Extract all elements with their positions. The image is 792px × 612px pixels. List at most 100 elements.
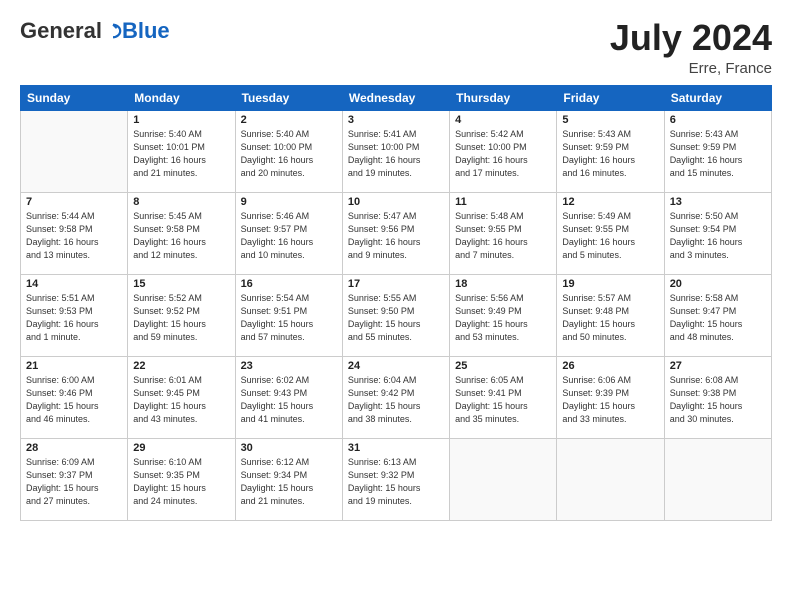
logo-icon	[104, 22, 122, 40]
day-cell	[450, 438, 557, 520]
day-cell: 26Sunrise: 6:06 AM Sunset: 9:39 PM Dayli…	[557, 356, 664, 438]
header: General Blue July 2024 Erre, France	[20, 18, 772, 77]
day-cell: 18Sunrise: 5:56 AM Sunset: 9:49 PM Dayli…	[450, 274, 557, 356]
day-info: Sunrise: 5:51 AM Sunset: 9:53 PM Dayligh…	[26, 292, 122, 344]
day-number: 1	[133, 114, 229, 126]
day-cell: 2Sunrise: 5:40 AM Sunset: 10:00 PM Dayli…	[235, 110, 342, 192]
day-info: Sunrise: 5:46 AM Sunset: 9:57 PM Dayligh…	[241, 210, 337, 262]
day-cell: 10 Sunrise: 5:47 AM Sunset: 9:56 PM Dayli…	[342, 192, 449, 274]
day-cell: 13 Sunrise: 5:50 AM Sunset: 9:54 PM Dayli…	[664, 192, 771, 274]
day-number: 15	[133, 278, 229, 290]
col-header-friday: Friday	[557, 85, 664, 110]
day-number: 9	[241, 196, 337, 208]
day-number: 7	[26, 196, 122, 208]
day-info: Sunrise: 5:48 AM Sunset: 9:55 PM Dayligh…	[455, 210, 551, 262]
day-number: 11	[455, 196, 551, 208]
day-info: Sunrise: 6:09 AM Sunset: 9:37 PM Dayligh…	[26, 456, 122, 508]
day-info: Sunrise: 5:55 AM Sunset: 9:50 PM Dayligh…	[348, 292, 444, 344]
day-info: Sunrise: 6:13 AM Sunset: 9:32 PM Dayligh…	[348, 456, 444, 508]
day-cell: 24 Sunrise: 6:04 AM Sunset: 9:42 PM Dayli…	[342, 356, 449, 438]
day-number: 22	[133, 360, 229, 372]
week-row-0: 1 Sunrise: 5:40 AM Sunset: 10:01 PM Dayli…	[21, 110, 772, 192]
day-cell: 29 Sunrise: 6:10 AM Sunset: 9:35 PM Dayli…	[128, 438, 235, 520]
day-cell: 31 Sunrise: 6:13 AM Sunset: 9:32 PM Dayli…	[342, 438, 449, 520]
day-number: 12	[562, 196, 658, 208]
day-info: Sunrise: 5:57 AM Sunset: 9:48 PM Dayligh…	[562, 292, 658, 344]
day-cell: 27 Sunrise: 6:08 AM Sunset: 9:38 PM Dayli…	[664, 356, 771, 438]
month-title: July 2024	[610, 18, 772, 58]
day-number: 27	[670, 360, 766, 372]
day-cell	[21, 110, 128, 192]
day-info: Sunrise: 5:41 AM Sunset: 10:00 PM Daylig…	[348, 128, 444, 180]
page: General Blue July 2024 Erre, France Sund…	[0, 0, 792, 612]
day-number: 19	[562, 278, 658, 290]
day-cell: 30 Sunrise: 6:12 AM Sunset: 9:34 PM Dayli…	[235, 438, 342, 520]
day-number: 8	[133, 196, 229, 208]
day-info: Sunrise: 5:40 AM Sunset: 10:00 PM Daylig…	[241, 128, 337, 180]
calendar-table: SundayMondayTuesdayWednesdayThursdayFrid…	[20, 85, 772, 521]
day-number: 24	[348, 360, 444, 372]
day-cell: 11 Sunrise: 5:48 AM Sunset: 9:55 PM Dayli…	[450, 192, 557, 274]
logo-general: General	[20, 18, 102, 44]
logo-blue: Blue	[122, 18, 170, 44]
day-cell: 23 Sunrise: 6:02 AM Sunset: 9:43 PM Dayli…	[235, 356, 342, 438]
day-info: Sunrise: 6:04 AM Sunset: 9:42 PM Dayligh…	[348, 374, 444, 426]
day-info: Sunrise: 5:54 AM Sunset: 9:51 PM Dayligh…	[241, 292, 337, 344]
week-row-1: 7Sunrise: 5:44 AM Sunset: 9:58 PM Daylig…	[21, 192, 772, 274]
day-number: 29	[133, 442, 229, 454]
week-row-3: 21Sunrise: 6:00 AM Sunset: 9:46 PM Dayli…	[21, 356, 772, 438]
day-number: 10	[348, 196, 444, 208]
day-cell: 28Sunrise: 6:09 AM Sunset: 9:37 PM Dayli…	[21, 438, 128, 520]
day-cell: 14 Sunrise: 5:51 AM Sunset: 9:53 PM Dayli…	[21, 274, 128, 356]
day-info: Sunrise: 5:50 AM Sunset: 9:54 PM Dayligh…	[670, 210, 766, 262]
day-number: 13	[670, 196, 766, 208]
day-info: Sunrise: 5:43 AM Sunset: 9:59 PM Dayligh…	[562, 128, 658, 180]
day-info: Sunrise: 5:42 AM Sunset: 10:00 PM Daylig…	[455, 128, 551, 180]
day-cell: 20Sunrise: 5:58 AM Sunset: 9:47 PM Dayli…	[664, 274, 771, 356]
day-cell	[557, 438, 664, 520]
day-info: Sunrise: 6:00 AM Sunset: 9:46 PM Dayligh…	[26, 374, 122, 426]
day-info: Sunrise: 5:43 AM Sunset: 9:59 PM Dayligh…	[670, 128, 766, 180]
day-info: Sunrise: 6:06 AM Sunset: 9:39 PM Dayligh…	[562, 374, 658, 426]
day-number: 6	[670, 114, 766, 126]
day-number: 23	[241, 360, 337, 372]
day-info: Sunrise: 5:40 AM Sunset: 10:01 PM Daylig…	[133, 128, 229, 180]
col-header-sunday: Sunday	[21, 85, 128, 110]
day-info: Sunrise: 6:08 AM Sunset: 9:38 PM Dayligh…	[670, 374, 766, 426]
day-number: 5	[562, 114, 658, 126]
day-info: Sunrise: 5:49 AM Sunset: 9:55 PM Dayligh…	[562, 210, 658, 262]
day-number: 3	[348, 114, 444, 126]
day-info: Sunrise: 6:10 AM Sunset: 9:35 PM Dayligh…	[133, 456, 229, 508]
day-number: 14	[26, 278, 122, 290]
day-cell: 6 Sunrise: 5:43 AM Sunset: 9:59 PM Daylig…	[664, 110, 771, 192]
day-cell: 8 Sunrise: 5:45 AM Sunset: 9:58 PM Daylig…	[128, 192, 235, 274]
week-row-2: 14 Sunrise: 5:51 AM Sunset: 9:53 PM Dayli…	[21, 274, 772, 356]
day-number: 30	[241, 442, 337, 454]
day-number: 17	[348, 278, 444, 290]
day-info: Sunrise: 6:02 AM Sunset: 9:43 PM Dayligh…	[241, 374, 337, 426]
day-cell: 21Sunrise: 6:00 AM Sunset: 9:46 PM Dayli…	[21, 356, 128, 438]
day-cell: 17 Sunrise: 5:55 AM Sunset: 9:50 PM Dayli…	[342, 274, 449, 356]
day-number: 20	[670, 278, 766, 290]
day-cell: 9 Sunrise: 5:46 AM Sunset: 9:57 PM Daylig…	[235, 192, 342, 274]
day-cell: 25Sunrise: 6:05 AM Sunset: 9:41 PM Dayli…	[450, 356, 557, 438]
week-row-4: 28Sunrise: 6:09 AM Sunset: 9:37 PM Dayli…	[21, 438, 772, 520]
day-info: Sunrise: 5:47 AM Sunset: 9:56 PM Dayligh…	[348, 210, 444, 262]
day-number: 18	[455, 278, 551, 290]
day-info: Sunrise: 6:01 AM Sunset: 9:45 PM Dayligh…	[133, 374, 229, 426]
logo-text: General Blue	[20, 18, 170, 44]
day-info: Sunrise: 5:45 AM Sunset: 9:58 PM Dayligh…	[133, 210, 229, 262]
day-cell: 1 Sunrise: 5:40 AM Sunset: 10:01 PM Dayli…	[128, 110, 235, 192]
day-info: Sunrise: 6:12 AM Sunset: 9:34 PM Dayligh…	[241, 456, 337, 508]
day-number: 16	[241, 278, 337, 290]
day-cell: 19 Sunrise: 5:57 AM Sunset: 9:48 PM Dayli…	[557, 274, 664, 356]
calendar-header-row: SundayMondayTuesdayWednesdayThursdayFrid…	[21, 85, 772, 110]
title-block: July 2024 Erre, France	[610, 18, 772, 77]
col-header-thursday: Thursday	[450, 85, 557, 110]
day-cell: 4Sunrise: 5:42 AM Sunset: 10:00 PM Dayli…	[450, 110, 557, 192]
day-cell: 15Sunrise: 5:52 AM Sunset: 9:52 PM Dayli…	[128, 274, 235, 356]
day-number: 31	[348, 442, 444, 454]
col-header-saturday: Saturday	[664, 85, 771, 110]
day-cell	[664, 438, 771, 520]
col-header-wednesday: Wednesday	[342, 85, 449, 110]
